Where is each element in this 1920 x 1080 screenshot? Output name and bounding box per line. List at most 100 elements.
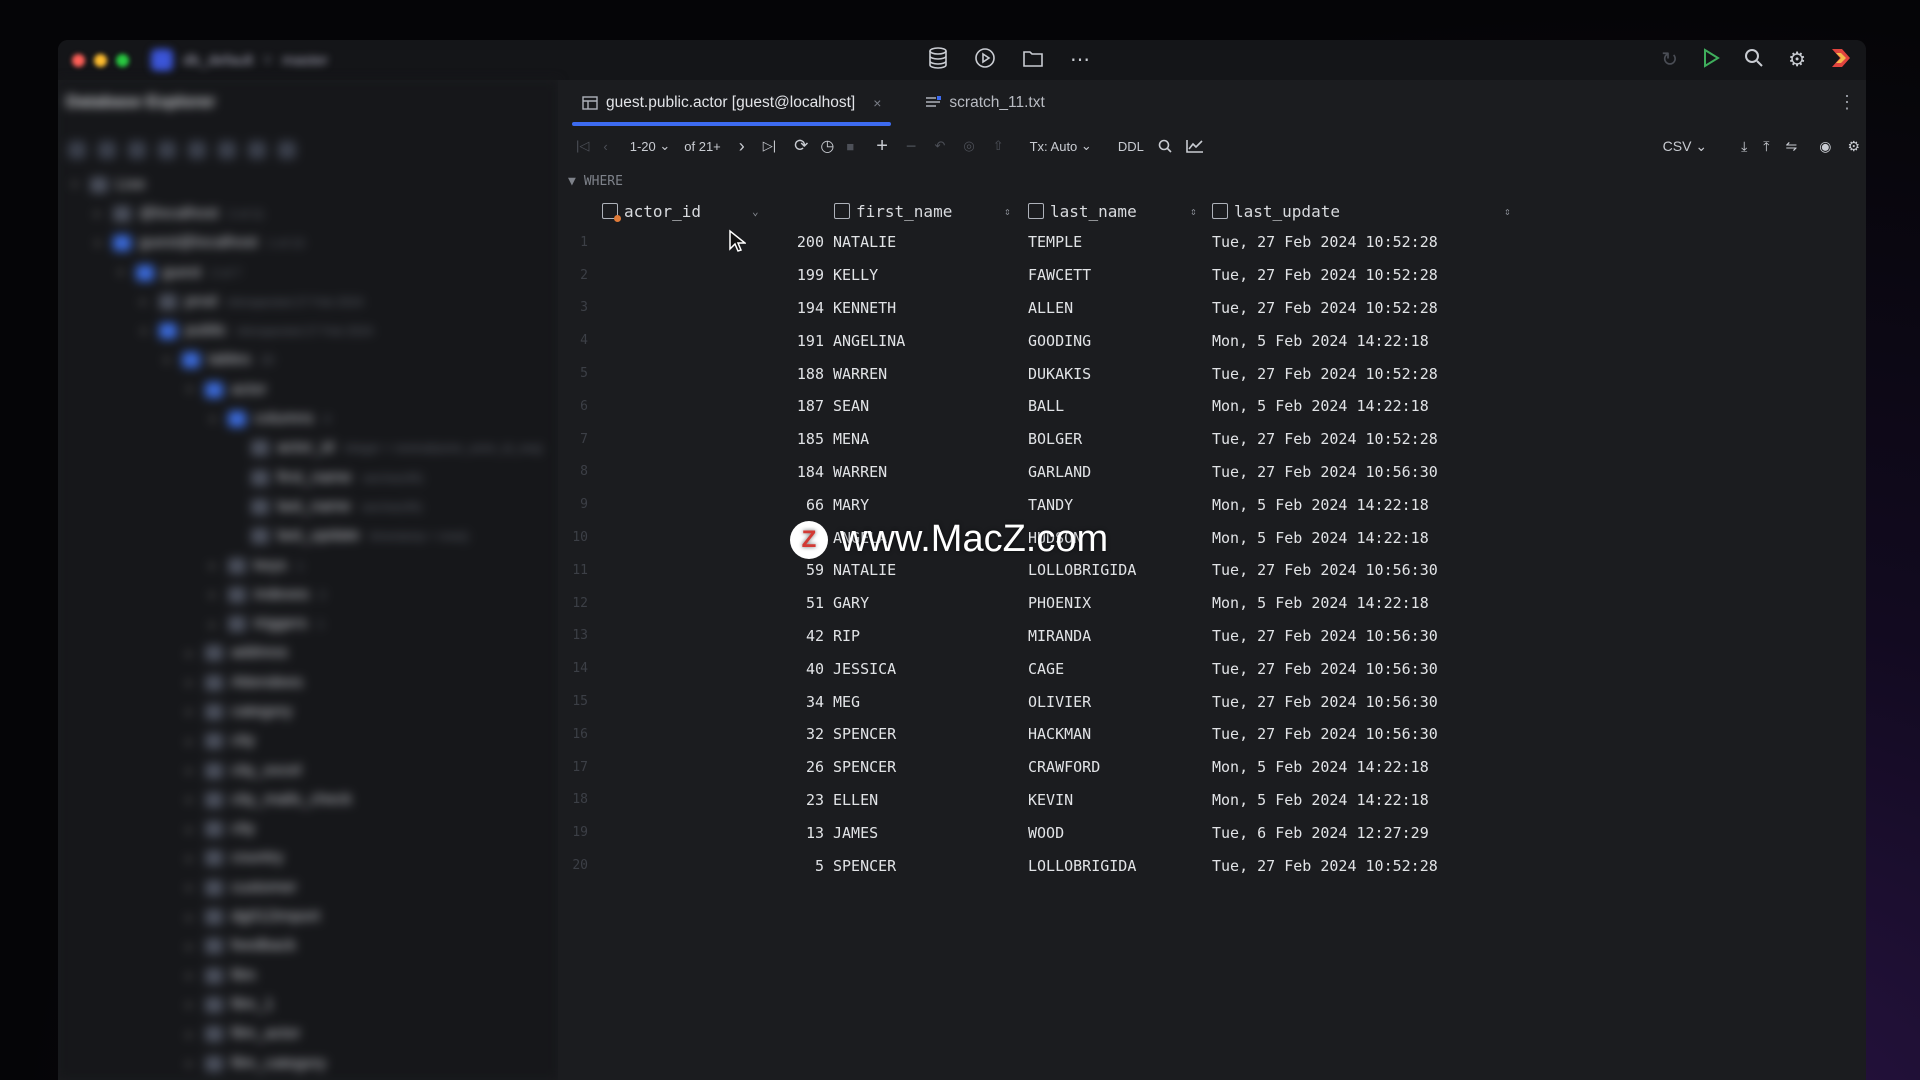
history-icon[interactable]: ◷ bbox=[820, 136, 834, 156]
cell-first-name[interactable]: KELLY bbox=[833, 259, 878, 292]
cell-last-update[interactable]: Mon, 5 Feb 2024 14:22:18 bbox=[1212, 751, 1429, 784]
cell-last-update[interactable]: Tue, 27 Feb 2024 10:56:30 bbox=[1212, 620, 1438, 653]
cell-last-update[interactable]: Tue, 27 Feb 2024 10:56:30 bbox=[1212, 652, 1438, 685]
filter-icon[interactable] bbox=[248, 141, 266, 159]
tree-item[interactable]: ▸ category bbox=[58, 697, 558, 726]
expand-arrow-icon[interactable]: ▸ bbox=[187, 764, 199, 777]
sort-icon[interactable]: ⇕ bbox=[1190, 205, 1197, 218]
compare-icon[interactable]: ⇋ bbox=[1785, 138, 1797, 155]
table-row[interactable]: 14 40 JESSICA CAGE Tue, 27 Feb 2024 10:56:30 bbox=[558, 652, 1866, 685]
table-row[interactable]: 12 51 GARY PHOENIX Mon, 5 Feb 2024 14:22:18 bbox=[558, 587, 1866, 620]
cell-last-name[interactable]: HACKMAN bbox=[1028, 718, 1091, 751]
close-tab-icon[interactable]: × bbox=[873, 95, 881, 111]
cell-first-name[interactable]: WARREN bbox=[833, 357, 887, 390]
gear-icon[interactable]: ⚙ bbox=[1788, 50, 1806, 70]
expand-arrow-icon[interactable]: ▸ bbox=[187, 793, 199, 806]
cell-last-name[interactable]: PHOENIX bbox=[1028, 587, 1091, 620]
table-row[interactable]: 5 188 WARREN DUKAKIS Tue, 27 Feb 2024 10:52:… bbox=[558, 357, 1866, 390]
cell-first-name[interactable]: GARY bbox=[833, 587, 869, 620]
sort-icon[interactable]: ⇕ bbox=[1504, 205, 1511, 218]
cell-last-update[interactable]: Tue, 27 Feb 2024 10:52:28 bbox=[1212, 357, 1438, 390]
tree-item[interactable]: ▾ Live bbox=[58, 170, 558, 199]
cell-first-name[interactable]: ELLEN bbox=[833, 784, 878, 817]
search-icon[interactable] bbox=[1744, 48, 1764, 72]
cell-last-name[interactable]: BALL bbox=[1028, 390, 1064, 423]
page-range-selector[interactable]: 1-20 ⌄ bbox=[630, 138, 671, 154]
cell-first-name[interactable]: SPENCER bbox=[833, 849, 896, 882]
cell-last-update[interactable]: Mon, 5 Feb 2024 14:22:18 bbox=[1212, 488, 1429, 521]
grid-settings-icon[interactable]: ⚙ bbox=[1847, 138, 1860, 155]
expand-arrow-icon[interactable]: ▾ bbox=[141, 325, 153, 338]
cell-first-name[interactable]: MEG bbox=[833, 685, 860, 718]
tree-item[interactable]: ▾ columns 4 bbox=[58, 404, 558, 433]
services-icon[interactable] bbox=[974, 47, 996, 73]
cell-actor-id[interactable]: 42 bbox=[640, 620, 824, 653]
total-rows[interactable]: of 21+ bbox=[684, 139, 721, 154]
table-row[interactable]: 9 66 MARY TANDY Mon, 5 Feb 2024 14:22:18 bbox=[558, 488, 1866, 521]
cell-actor-id[interactable]: 26 bbox=[640, 751, 824, 784]
cell-actor-id[interactable]: 5 bbox=[640, 849, 824, 882]
cell-first-name[interactable]: MENA bbox=[833, 423, 869, 456]
tree-item[interactable]: ▸ city bbox=[58, 727, 558, 756]
tree-item[interactable]: actor_id integer = nextval(actor_actor_id… bbox=[58, 434, 558, 463]
expand-arrow-icon[interactable]: ▾ bbox=[210, 413, 222, 426]
export-format-selector[interactable]: CSV ⌄ bbox=[1663, 138, 1707, 155]
cell-last-update[interactable]: Tue, 27 Feb 2024 10:52:28 bbox=[1212, 849, 1438, 882]
console-icon[interactable] bbox=[218, 141, 236, 159]
expand-arrow-icon[interactable]: ▸ bbox=[187, 940, 199, 953]
table-row[interactable]: 4 191 ANGELINA GOODING Mon, 5 Feb 2024 14:22… bbox=[558, 324, 1866, 357]
maximize-window-button[interactable] bbox=[116, 53, 129, 67]
tree-item[interactable]: ▸ dg012import bbox=[58, 902, 558, 931]
column-header-last-update[interactable]: last_update ⇕ bbox=[1212, 196, 1511, 226]
table-row[interactable]: 16 32 SPENCER HACKMAN Tue, 27 Feb 2024 10:56… bbox=[558, 718, 1866, 751]
tree-item[interactable]: ▾ guest 2 of 7 bbox=[58, 258, 558, 287]
stop-icon[interactable] bbox=[158, 141, 176, 159]
cell-actor-id[interactable]: 185 bbox=[640, 423, 824, 456]
reload-icon[interactable]: ⟳ bbox=[794, 136, 808, 156]
tree-item[interactable]: ▸ keys 1 bbox=[58, 551, 558, 580]
add-row-icon[interactable]: + bbox=[876, 135, 888, 158]
datasource-properties-icon[interactable] bbox=[98, 141, 116, 159]
expand-arrow-icon[interactable]: ▸ bbox=[187, 1028, 199, 1041]
first-page-icon[interactable]: |◁ bbox=[576, 138, 589, 154]
cell-last-update[interactable]: Mon, 5 Feb 2024 14:22:18 bbox=[1212, 784, 1429, 817]
where-filter[interactable]: ▼ WHERE bbox=[568, 168, 623, 194]
cell-last-name[interactable]: BOLGER bbox=[1028, 423, 1082, 456]
expand-arrow-icon[interactable]: ▸ bbox=[210, 588, 222, 601]
ddl-button[interactable]: DDL bbox=[1118, 139, 1144, 154]
transaction-mode-selector[interactable]: Tx: Auto ⌄ bbox=[1030, 138, 1092, 154]
cell-last-update[interactable]: Tue, 27 Feb 2024 10:56:30 bbox=[1212, 685, 1438, 718]
table-row[interactable]: 20 5 SPENCER LOLLOBRIGIDA Tue, 27 Feb 2024 1… bbox=[558, 849, 1866, 882]
expand-arrow-icon[interactable]: ▸ bbox=[187, 735, 199, 748]
expand-arrow-icon[interactable]: ▸ bbox=[210, 559, 222, 572]
cell-last-update[interactable]: Tue, 27 Feb 2024 10:56:30 bbox=[1212, 718, 1438, 751]
tree-item[interactable]: ▸ city_excel bbox=[58, 756, 558, 785]
column-header-last-name[interactable]: last_name ⇕ bbox=[1028, 196, 1197, 226]
table-row[interactable]: 11 59 NATALIE LOLLOBRIGIDA Tue, 27 Feb 2024 … bbox=[558, 554, 1866, 587]
revert-icon[interactable]: ↶ bbox=[934, 138, 945, 154]
tree-item[interactable]: last_name varchar(45) bbox=[58, 492, 558, 521]
column-header-actor-id[interactable]: actor_id ⌄ bbox=[602, 196, 759, 226]
close-window-button[interactable] bbox=[72, 53, 85, 67]
table-row[interactable]: 17 26 SPENCER CRAWFORD Mon, 5 Feb 2024 14:22… bbox=[558, 751, 1866, 784]
cell-actor-id[interactable]: 66 bbox=[640, 488, 824, 521]
expand-arrow-icon[interactable]: ▸ bbox=[187, 823, 199, 836]
project-selector[interactable]: db_default ⑂ master bbox=[151, 49, 328, 71]
table-row[interactable]: 1065ANGELAHUDSONMon, 5 Feb 2024 14:22:18 bbox=[558, 521, 1866, 554]
cell-last-name[interactable]: TEMPLE bbox=[1028, 226, 1082, 259]
cell-last-name[interactable]: OLIVIER bbox=[1028, 685, 1091, 718]
table-row[interactable]: 7 185 MENA BOLGER Tue, 27 Feb 2024 10:52:28 bbox=[558, 423, 1866, 456]
cell-actor-id[interactable]: 13 bbox=[640, 816, 824, 849]
tree-item[interactable]: ▸ feedback bbox=[58, 932, 558, 961]
tree-item[interactable]: ▸ film bbox=[58, 961, 558, 990]
cell-last-name[interactable]: TANDY bbox=[1028, 488, 1073, 521]
tree-item[interactable]: ▾ public introspected 27 Feb 2024 bbox=[58, 316, 558, 345]
cell-first-name[interactable]: SPENCER bbox=[833, 751, 896, 784]
minimize-window-button[interactable] bbox=[94, 53, 107, 67]
table-icon[interactable] bbox=[188, 141, 206, 159]
refresh-tree-icon[interactable] bbox=[128, 141, 146, 159]
tree-item[interactable]: ▾ guest@localhost 1 of 13 bbox=[58, 229, 558, 258]
expand-arrow-icon[interactable]: ▾ bbox=[187, 383, 199, 396]
cell-last-name[interactable]: ALLEN bbox=[1028, 292, 1073, 325]
cell-actor-id[interactable]: 34 bbox=[640, 685, 824, 718]
